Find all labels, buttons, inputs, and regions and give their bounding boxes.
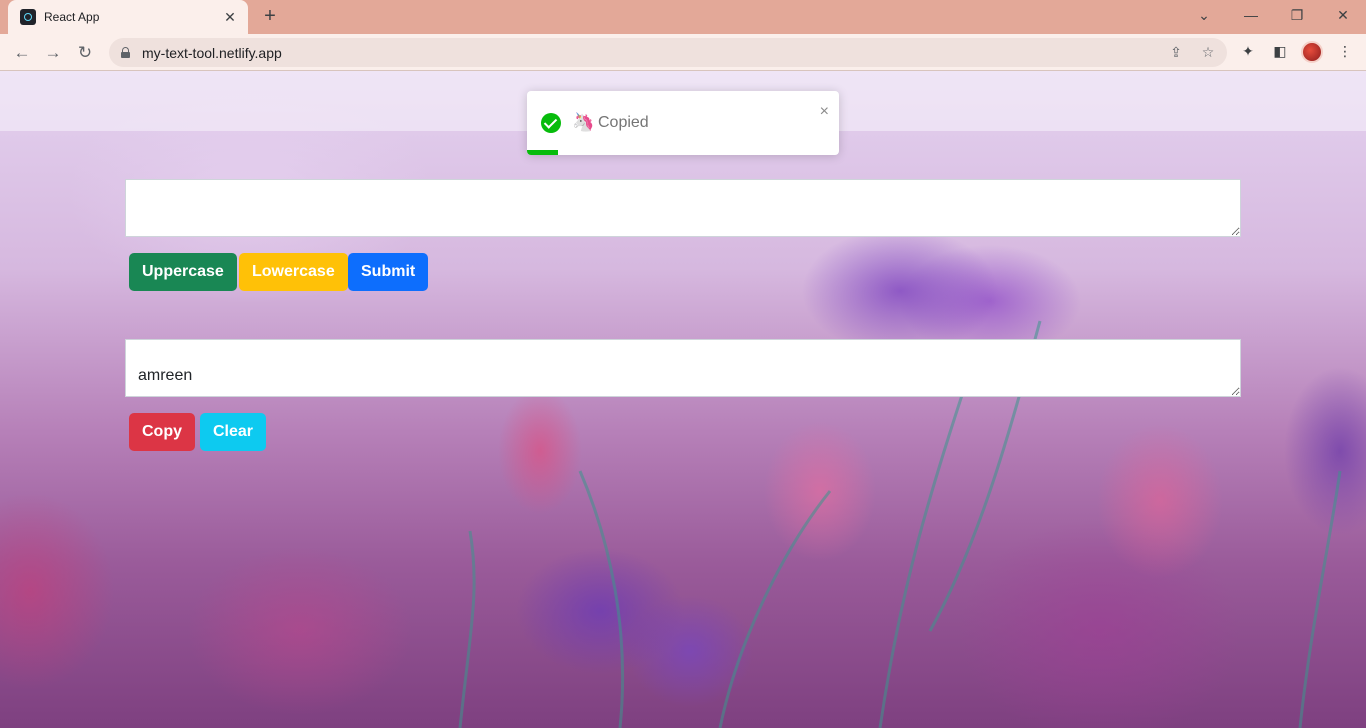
profile-avatar[interactable] (1301, 41, 1323, 63)
text-output-area[interactable] (125, 339, 1241, 397)
extensions-puzzle-icon[interactable]: ✦ (1238, 43, 1258, 63)
back-arrow-icon[interactable]: ← (9, 40, 35, 66)
reload-icon[interactable]: ↻ (72, 40, 98, 66)
new-tab-button[interactable]: + (258, 5, 282, 29)
browser-toolbar: ← → ↻ my-text-tool.netlify.app ⇪ ☆ ✦ ◧ ⋮ (0, 34, 1366, 71)
flower-stems-decoration (458, 320, 1342, 728)
toast-message: Copied (598, 114, 649, 131)
browser-menu-icon[interactable]: ⋮ (1335, 43, 1355, 63)
minimize-icon[interactable]: — (1228, 4, 1274, 28)
clear-button[interactable]: Clear (200, 413, 267, 451)
uppercase-button[interactable]: Uppercase (129, 253, 237, 291)
window-close-icon[interactable]: ✕ (1320, 4, 1366, 28)
unicorn-icon: 🦄 (572, 112, 595, 132)
browser-tab-bar: React App ✕ + ⌄ — ❐ ✕ (0, 0, 1366, 34)
lowercase-button[interactable]: Lowercase (239, 253, 348, 291)
lock-icon[interactable] (121, 47, 130, 58)
url-text[interactable]: my-text-tool.netlify.app (142, 45, 282, 61)
restore-icon[interactable]: ❐ (1274, 4, 1320, 28)
page-background: Uppercase Lowercase Submit Copy Clear (0, 71, 1366, 728)
browser-tab[interactable]: React App ✕ (8, 0, 248, 34)
copied-toast: 🦄 Copied × (527, 91, 839, 155)
tab-search-chevron-icon[interactable]: ⌄ (1181, 4, 1227, 28)
forward-arrow-icon[interactable]: → (40, 40, 66, 66)
react-favicon-icon (20, 9, 36, 25)
side-panel-icon[interactable]: ◧ (1270, 43, 1290, 63)
success-check-icon (541, 113, 561, 133)
address-bar[interactable]: my-text-tool.netlify.app ⇪ ☆ (109, 38, 1227, 67)
text-input-area[interactable] (125, 179, 1241, 237)
tab-close-icon[interactable]: ✕ (222, 9, 238, 26)
tab-title: React App (44, 10, 100, 24)
submit-button[interactable]: Submit (348, 253, 429, 291)
toast-close-icon[interactable]: × (820, 103, 829, 121)
bookmark-star-icon[interactable]: ☆ (1199, 44, 1217, 61)
toast-progress-bar (527, 150, 559, 155)
copy-button[interactable]: Copy (129, 413, 195, 451)
share-icon[interactable]: ⇪ (1167, 44, 1185, 61)
